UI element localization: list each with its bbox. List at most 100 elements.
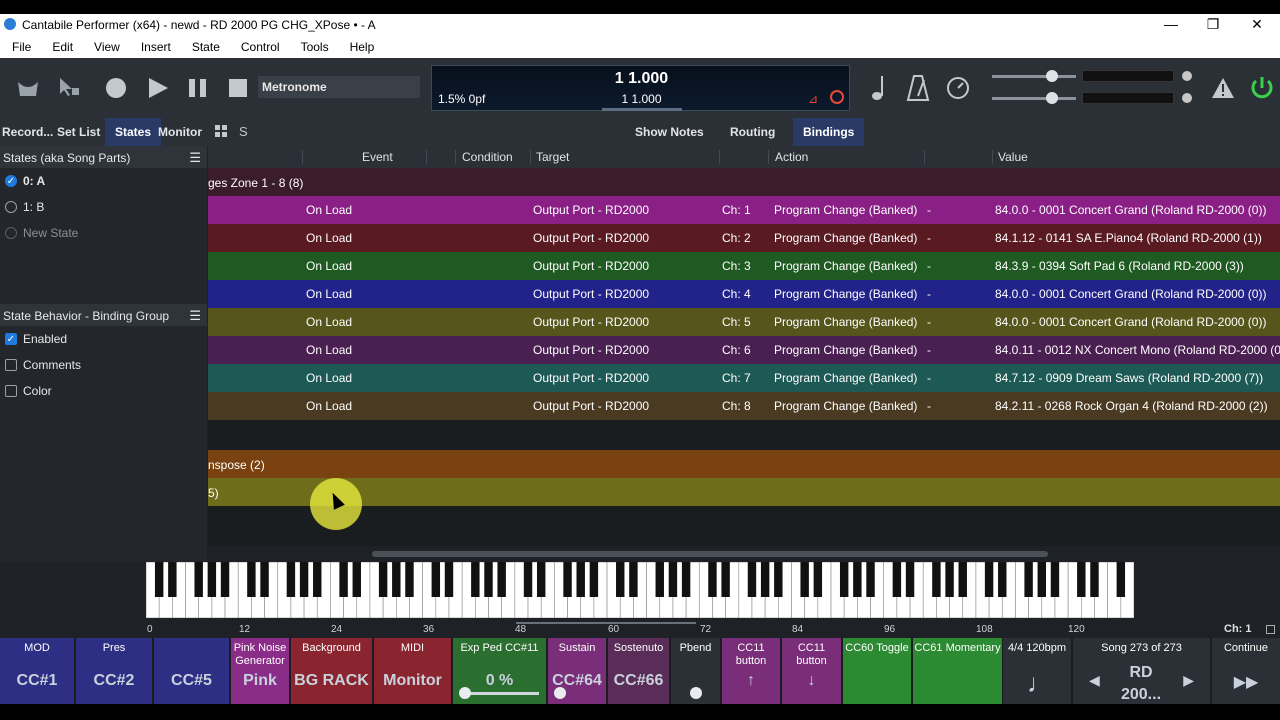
state-item-a[interactable]: ✓ 0: A: [0, 170, 207, 192]
black-key[interactable]: [286, 562, 296, 597]
behavior-color[interactable]: Color: [0, 380, 207, 402]
black-key[interactable]: [760, 562, 770, 597]
menu-state[interactable]: State: [180, 36, 229, 58]
black-key[interactable]: [945, 562, 954, 597]
play-button[interactable]: [146, 76, 170, 100]
sustain-knob[interactable]: [554, 687, 566, 699]
tab-bindings[interactable]: Bindings: [793, 118, 865, 146]
menu-tools[interactable]: Tools: [289, 36, 338, 58]
horizontal-scrollbar[interactable]: [208, 546, 1280, 562]
col-event[interactable]: Event: [362, 150, 393, 164]
black-key[interactable]: [352, 562, 361, 597]
output-gain-slider[interactable]: [992, 97, 1076, 100]
black-key[interactable]: [655, 562, 664, 597]
black-key[interactable]: [839, 562, 849, 597]
table-row[interactable]: On Load Output Port - RD2000 Ch: 4 Program …: [208, 280, 1280, 308]
black-key[interactable]: [563, 562, 572, 597]
table-row[interactable]: On Load Output Port - RD2000 Ch: 8 Program …: [208, 392, 1280, 420]
black-key[interactable]: [484, 562, 493, 597]
controller-pad[interactable]: CC60 Toggle: [843, 638, 911, 704]
note-icon[interactable]: [870, 74, 890, 102]
close-button[interactable]: ✕: [1235, 14, 1279, 36]
tab-routing[interactable]: Routing: [730, 125, 775, 139]
pointer-icon[interactable]: [54, 76, 82, 98]
black-key[interactable]: [892, 562, 902, 597]
black-key[interactable]: [1050, 562, 1060, 597]
black-key[interactable]: [378, 562, 388, 597]
black-key[interactable]: [405, 562, 414, 597]
table-row[interactable]: On Load Output Port - RD2000 Ch: 1 Program …: [208, 196, 1280, 224]
black-key[interactable]: [708, 562, 717, 597]
black-key[interactable]: [154, 562, 164, 597]
black-key[interactable]: [497, 562, 506, 597]
black-key[interactable]: [853, 562, 862, 597]
controller-pad[interactable]: Exp Ped CC#11 0 %: [453, 638, 546, 704]
col-condition[interactable]: Condition: [462, 150, 513, 164]
binding-group-3[interactable]: 5): [208, 478, 1280, 506]
controller-pad[interactable]: Pres CC#2: [76, 638, 152, 704]
keyboard-options-icon[interactable]: [1266, 625, 1275, 634]
s-toggle[interactable]: S: [239, 124, 248, 139]
col-target[interactable]: Target: [536, 150, 569, 164]
controller-pad[interactable]: CC#5: [154, 638, 229, 704]
controller-pad[interactable]: Continue ▶▶: [1212, 638, 1280, 704]
menu-help[interactable]: Help: [338, 36, 384, 58]
black-key[interactable]: [629, 562, 638, 597]
black-key[interactable]: [721, 562, 730, 597]
black-key[interactable]: [813, 562, 823, 597]
master-gain-slider[interactable]: [992, 75, 1076, 78]
table-row[interactable]: On Load Output Port - RD2000 Ch: 6 Program …: [208, 336, 1280, 364]
black-key[interactable]: [1024, 562, 1033, 597]
record-button[interactable]: [104, 76, 128, 100]
controller-pad[interactable]: 4/4 120bpm ♩: [1003, 638, 1071, 704]
controller-pad[interactable]: Pink Noise Generator Pink: [231, 638, 289, 704]
black-key[interactable]: [207, 562, 217, 597]
menu-control[interactable]: Control: [229, 36, 289, 58]
enabled-checkbox[interactable]: ✓: [5, 333, 17, 345]
binding-group-transpose[interactable]: nspose (2): [208, 450, 1280, 478]
black-key[interactable]: [747, 562, 757, 597]
tab-show-notes[interactable]: Show Notes: [635, 125, 704, 139]
black-key[interactable]: [616, 562, 625, 597]
menu-file[interactable]: File: [0, 36, 40, 58]
black-key[interactable]: [431, 562, 441, 597]
controller-pad[interactable]: Song 273 of 273 RD 200... ◀ ▶: [1073, 638, 1210, 704]
black-key[interactable]: [1116, 562, 1126, 597]
black-key[interactable]: [536, 562, 546, 597]
comments-checkbox[interactable]: [5, 359, 17, 371]
behavior-enabled[interactable]: ✓ Enabled: [0, 328, 207, 350]
controller-pad[interactable]: CC61 Momentary: [913, 638, 1002, 704]
table-row[interactable]: On Load Output Port - RD2000 Ch: 5 Program …: [208, 308, 1280, 336]
prev-song-icon[interactable]: ◀: [1089, 672, 1100, 689]
menu-view[interactable]: View: [82, 36, 129, 58]
black-key[interactable]: [523, 562, 533, 597]
tab-record[interactable]: Record...: [2, 125, 53, 139]
black-key[interactable]: [299, 562, 309, 597]
black-key[interactable]: [589, 562, 599, 597]
output-gain-knob[interactable]: [1046, 92, 1058, 104]
pitchbend-knob[interactable]: [690, 687, 702, 699]
black-key[interactable]: [905, 562, 915, 597]
binding-group-zones[interactable]: ges Zone 1 - 8 (8): [208, 168, 1280, 196]
table-row[interactable]: On Load Output Port - RD2000 Ch: 3 Program …: [208, 252, 1280, 280]
states-menu-icon[interactable]: ☰: [189, 150, 201, 166]
pause-button[interactable]: [186, 76, 210, 100]
controller-pad[interactable]: MIDI Monitor: [374, 638, 451, 704]
tab-set-list[interactable]: Set List: [57, 125, 100, 139]
tempo-clock-icon[interactable]: [946, 74, 970, 102]
next-song-icon[interactable]: ▶: [1183, 672, 1194, 689]
col-action[interactable]: Action: [775, 150, 808, 164]
new-state-item[interactable]: New State: [0, 222, 207, 244]
grid-view-icon[interactable]: [214, 124, 228, 141]
controller-pad[interactable]: Background BG RACK: [291, 638, 372, 704]
col-value[interactable]: Value: [998, 150, 1028, 164]
color-checkbox[interactable]: [5, 385, 17, 397]
black-key[interactable]: [444, 562, 454, 597]
menu-edit[interactable]: Edit: [40, 36, 82, 58]
black-key[interactable]: [392, 562, 401, 597]
tab-monitor[interactable]: Monitor: [158, 125, 202, 139]
warning-icon[interactable]: [1211, 76, 1235, 100]
black-key[interactable]: [471, 562, 480, 597]
black-key[interactable]: [194, 562, 203, 597]
black-key[interactable]: [984, 562, 994, 597]
